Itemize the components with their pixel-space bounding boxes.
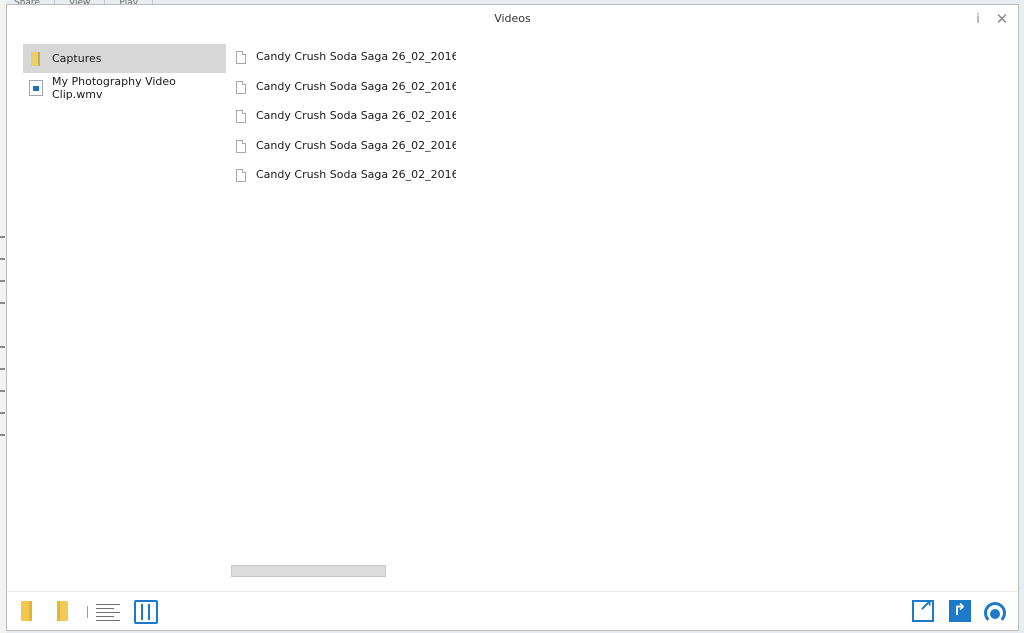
background-mark	[0, 258, 5, 260]
folder-open-icon[interactable]	[57, 601, 68, 621]
background-mark	[0, 390, 5, 392]
bottom-toolbar	[7, 591, 1018, 630]
folder-item-captures[interactable]: Captures	[23, 44, 226, 73]
column-line	[148, 604, 150, 620]
background-mark	[0, 412, 5, 414]
column-view-icon[interactable]	[134, 600, 158, 624]
background-mark	[0, 346, 5, 348]
background-mark	[0, 302, 5, 304]
background-mark	[0, 236, 5, 238]
list-item-label: Candy Crush Soda Saga 26_02_2016 1	[256, 79, 456, 93]
file-item-label: My Photography Video Clip.wmv	[52, 74, 176, 101]
document-icon	[236, 110, 246, 123]
list-item[interactable]: Candy Crush Soda Saga 26_02_2016 1	[233, 167, 553, 197]
export-icon[interactable]	[912, 596, 934, 622]
list-item[interactable]: Candy Crush Soda Saga 26_02_2016 1	[233, 138, 553, 168]
list-view-icon[interactable]	[96, 602, 122, 622]
list-item-label: Candy Crush Soda Saga 26_02_2016 1	[256, 50, 456, 63]
list-item[interactable]: Candy Crush Soda Saga 26_02_2016 1	[233, 79, 553, 109]
document-icon	[236, 169, 246, 182]
list-item[interactable]: Candy Crush Soda Saga 26_02_2016 1	[233, 49, 553, 79]
list-line	[96, 608, 114, 609]
videos-dialog: Videos ⅰ ✕ Captures My Photography Video…	[6, 4, 1019, 631]
list-line	[96, 616, 114, 617]
folder-icon	[31, 51, 40, 66]
title-bar: Videos ⅰ ✕	[7, 5, 1018, 33]
close-icon[interactable]: ✕	[992, 10, 1012, 28]
background-mark	[0, 280, 5, 282]
file-list: Candy Crush Soda Saga 26_02_2016 1 Candy…	[233, 49, 553, 197]
folder-item-label: Captures	[52, 52, 102, 65]
list-line	[96, 620, 120, 621]
video-file-icon	[29, 79, 43, 96]
dialog-title: Videos	[494, 12, 531, 25]
file-item-video-clip[interactable]: My Photography Video Clip.wmv	[23, 73, 226, 102]
list-item-label: Candy Crush Soda Saga 26_02_2016 1	[256, 109, 456, 122]
document-icon	[236, 139, 246, 153]
document-icon	[236, 80, 246, 94]
list-item-label: Candy Crush Soda Saga 26_02_2016 1	[256, 138, 456, 152]
cast-icon[interactable]	[983, 600, 1007, 624]
list-item-label: Candy Crush Soda Saga 26_02_2016 1	[256, 168, 456, 181]
horizontal-scrollbar[interactable]	[231, 565, 386, 577]
list-item[interactable]: Candy Crush Soda Saga 26_02_2016 1	[233, 108, 553, 138]
background-mark	[0, 368, 5, 370]
cast-dot	[990, 609, 1000, 619]
share-icon[interactable]	[949, 600, 971, 622]
background-mark	[0, 434, 5, 436]
column-line	[141, 604, 143, 620]
folder-icon[interactable]	[21, 601, 32, 621]
list-line	[96, 604, 120, 605]
folder-pane: Captures My Photography Video Clip.wmv	[23, 44, 226, 102]
info-icon[interactable]: ⅰ	[968, 10, 988, 28]
toolbar-divider	[87, 606, 88, 618]
document-icon	[236, 51, 246, 64]
list-line	[96, 612, 120, 613]
